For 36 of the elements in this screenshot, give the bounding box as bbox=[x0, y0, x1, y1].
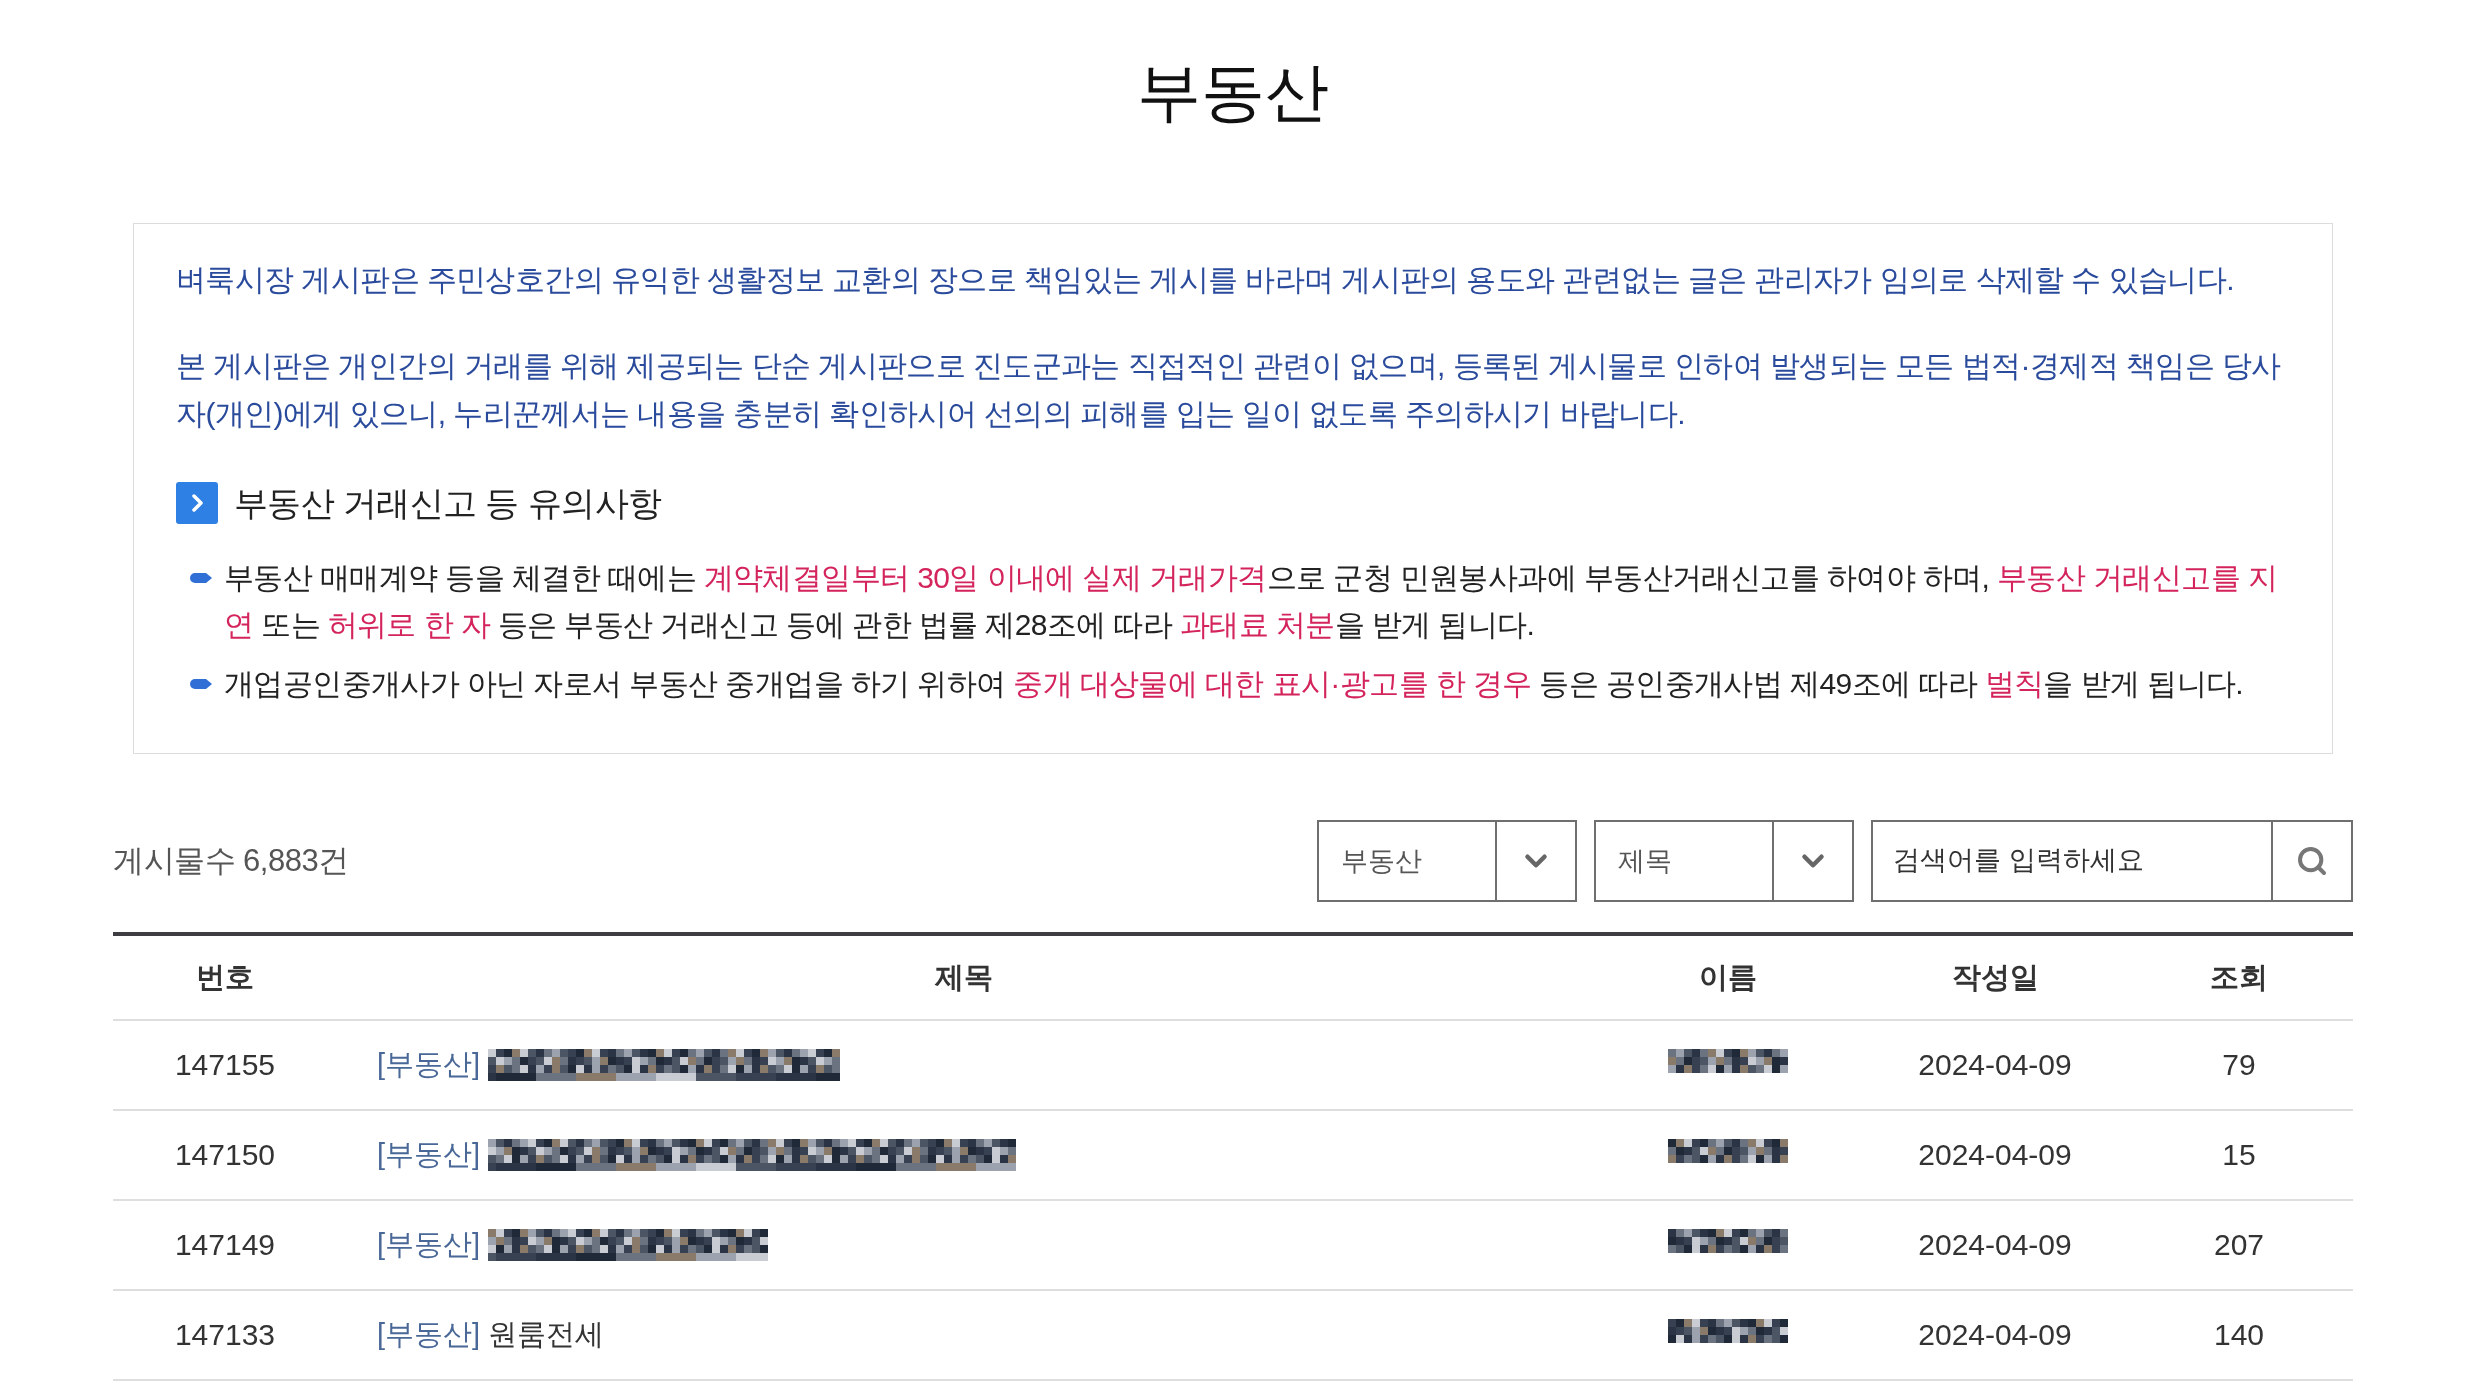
table-cell: 2024-04-09 bbox=[1865, 1109, 2125, 1200]
caution-heading: 부동산 거래신고 등 유의사항 bbox=[234, 482, 662, 524]
notice-paragraph: 본 게시판은 개인간의 거래를 위해 제공되는 단순 게시판으로 진도군과는 직접적인 관련이 없으며, 등록된 게시물로 인하여 발생되는 모든 법적·경제적 책임은 당사자(개인)에게 있으니, 누리꾼께서는 내용을 충분히 확인하시어 선의의 피해를 입는 일이 없도록 주의하시기 바랍니다. bbox=[176, 347, 2282, 432]
chevron-square-icon bbox=[176, 481, 218, 524]
search-field[interactable]: 검색어를 입력하세요 bbox=[1871, 819, 2273, 902]
search-button[interactable] bbox=[2273, 819, 2353, 902]
caution-item: 개업공인중개사가 아닌 자로서 부동산 중개업을 하기 위하여 중개 대상물에 대한 표시·광고를 한 경우 등은 공인중개사법 제49조에 따라 벌칙을 받게 됩니다. bbox=[224, 665, 2244, 702]
table-cell: 147150 bbox=[113, 1109, 337, 1200]
table-cell: 2024-04-09 bbox=[1865, 1019, 2125, 1110]
caution-item: 부동산 매매계약 등을 체결한 때에는 계약체결일부터 30일 이내에 실제 거래가격으로 군청 민원봉사과에 부동산거래신고를 하여야 하며, 부동산 거래신고를 지연 또는 허위로 한 자 등은 부동산 거래신고 등에 관한 법률 제28조에 따라 과태료 처분을 받게 됩니다. bbox=[224, 559, 2279, 643]
page-title: 부동산 bbox=[1136, 55, 1330, 130]
notice-paragraph: 벼룩시장 게시판은 주민상호간의 유익한 생활정보 교환의 장으로 책임있는 게시를 바라며 게시판의 용도와 관련없는 글은 관리자가 임의로 삭제할 수 있습니다. bbox=[176, 261, 2235, 298]
table-cell: 147155 bbox=[113, 1019, 337, 1110]
column-header: 제목 bbox=[934, 960, 993, 993]
bullet-arrow-icon bbox=[190, 678, 212, 689]
table-cell: 147133 bbox=[113, 1289, 337, 1380]
table-cell: 147149 bbox=[113, 1199, 337, 1290]
search-icon bbox=[2296, 844, 2328, 877]
column-header: 이름 bbox=[1698, 960, 1757, 993]
table-cell: 15 bbox=[2125, 1109, 2353, 1200]
table-cell: 2024-04-09 bbox=[1865, 1289, 2125, 1380]
table-cell: 2024-04-09 bbox=[1865, 1199, 2125, 1290]
bullet-arrow-icon bbox=[190, 572, 212, 583]
column-header: 작성일 bbox=[1951, 960, 2039, 993]
post-title-link[interactable]: [부동산] bbox=[377, 1223, 769, 1267]
filter-select[interactable]: 제목 bbox=[1594, 819, 1854, 902]
post-count: 게시물수 6,883건 bbox=[113, 841, 349, 880]
post-title-link[interactable]: [부동산] bbox=[377, 1133, 1017, 1177]
table-cell: 207 bbox=[2125, 1199, 2353, 1290]
table-cell: 79 bbox=[2125, 1019, 2353, 1110]
table-cell: 140 bbox=[2125, 1289, 2353, 1380]
post-title-link[interactable]: [부동산] 원룸전세 bbox=[377, 1313, 605, 1357]
filter-select[interactable]: 부동산 bbox=[1317, 819, 1577, 902]
column-header: 조회 bbox=[2210, 960, 2268, 993]
post-title-link[interactable]: [부동산] bbox=[377, 1043, 841, 1087]
column-header: 번호 bbox=[196, 960, 254, 993]
